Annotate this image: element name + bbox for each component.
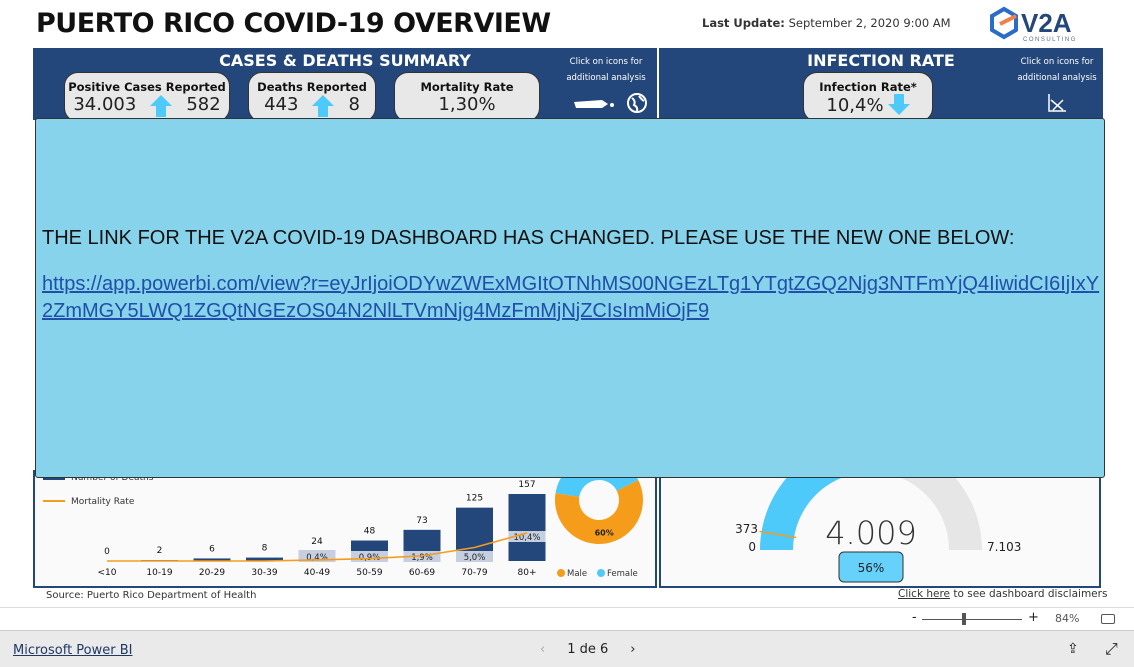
- legend-swatch: [557, 569, 565, 577]
- legend-label: Female: [607, 569, 638, 579]
- source-note: Source: Puerto Rico Department of Health: [46, 590, 257, 601]
- card-value: 443: [264, 94, 299, 115]
- category-label: 60-69: [409, 568, 435, 578]
- legend-label: Male: [567, 569, 587, 579]
- gauge-max-label: 7.103: [987, 540, 1021, 554]
- category-label: 30-39: [251, 568, 277, 578]
- notice-message: THE LINK FOR THE V2A COVID-19 DASHBOARD …: [42, 227, 1015, 249]
- gauge-panel: 4.009 373 0 7.103 56%: [659, 439, 1101, 588]
- card-value: 10,4%: [826, 94, 884, 116]
- zoom-bar: - + 84%: [0, 607, 1134, 631]
- card-delta: 8: [348, 94, 360, 115]
- share-icon[interactable]: ⇪: [1067, 641, 1079, 657]
- legend-rate-label: Mortality Rate: [71, 497, 135, 507]
- new-dashboard-link[interactable]: https://app.powerbi.com/view?r=eyJrIjoiO…: [42, 271, 1102, 325]
- infection-hint: Click on icons for additional analysis: [1017, 57, 1097, 83]
- zoom-level: 84%: [1055, 612, 1080, 625]
- card-label: Infection Rate*: [819, 80, 917, 94]
- category-label: <10: [98, 568, 117, 578]
- bar-value-label: 2: [157, 546, 163, 556]
- card-label: Mortality Rate: [420, 80, 514, 94]
- deaths-reported-card: Deaths Reported 443 8: [248, 72, 376, 122]
- fit-to-page-icon[interactable]: [1101, 614, 1115, 624]
- page-title: PUERTO RICO COVID-19 OVERVIEW: [36, 8, 551, 39]
- disclaimer-text: to see dashboard disclaimers: [950, 588, 1108, 600]
- globe-icon[interactable]: [626, 92, 648, 118]
- bar-value-label: 0: [104, 547, 110, 557]
- rate-value-label: 10,4%: [513, 533, 540, 543]
- link-changed-notice: THE LINK FOR THE V2A COVID-19 DASHBOARD …: [35, 118, 1105, 478]
- zoom-slider[interactable]: [922, 619, 1022, 620]
- arrow-up-icon: [312, 95, 335, 117]
- page-navigator: ‹ 1 de 6 ›: [540, 642, 635, 657]
- next-page-icon[interactable]: ›: [630, 642, 635, 657]
- fullscreen-icon[interactable]: ⤢: [1105, 639, 1118, 659]
- v2a-logo: V2A CONSULTING: [986, 6, 1096, 43]
- summary-hint: Click on icons for additional analysis: [566, 57, 646, 83]
- category-label: 40-49: [304, 568, 330, 578]
- card-value: 34.003: [73, 94, 137, 115]
- bar-value-label: 157: [518, 480, 535, 490]
- bar-value-label: 8: [262, 544, 268, 554]
- zoom-in-button[interactable]: +: [1028, 610, 1039, 625]
- category-label: 50-59: [356, 568, 382, 578]
- rate-value-label: 0,4%: [306, 553, 328, 563]
- bar-value-label: 6: [209, 544, 215, 554]
- legend-swatch: [597, 569, 605, 577]
- infection-gauge: 4.009 373 0 7.103 56%: [735, 439, 1021, 583]
- gauge-min-label: 0: [748, 540, 756, 554]
- last-update: Last Update: September 2, 2020 9:00 AM: [702, 16, 951, 30]
- page-indicator: 1 de 6: [567, 642, 609, 657]
- zoom-slider-thumb[interactable]: [962, 613, 966, 625]
- bar-value-label: 73: [416, 516, 427, 526]
- last-update-value: September 2, 2020 9:00 AM: [788, 16, 951, 30]
- svg-text:V2A: V2A: [1021, 8, 1072, 38]
- deaths-by-age-chart: Number of DeathsMortality Rate0<10210-19…: [43, 472, 546, 578]
- zoom-out-button[interactable]: -: [912, 610, 917, 625]
- disclaimer-note: Click here to see dashboard disclaimers: [898, 588, 1107, 600]
- svg-text:CONSULTING: CONSULTING: [1023, 37, 1077, 42]
- gender-donut-chart: 40%60%MaleFemale: [555, 472, 643, 579]
- card-label: Positive Cases Reported: [68, 80, 226, 94]
- arrow-down-icon: [887, 94, 910, 115]
- bar: [508, 494, 546, 561]
- card-label: Deaths Reported: [257, 80, 367, 94]
- prev-page-icon[interactable]: ‹: [540, 642, 545, 657]
- mortality-rate-card: Mortality Rate 1,30%: [394, 72, 540, 122]
- card-delta: 582: [186, 94, 221, 115]
- card-value: 1,30%: [438, 94, 496, 115]
- deaths-by-age-panel: Number of Deaths Mortality Rate 0 <10 2 10-19…: [33, 470, 657, 588]
- last-update-label: Last Update:: [702, 16, 785, 30]
- category-label: 80+: [518, 568, 537, 578]
- gauge-value: 4.009: [825, 514, 917, 552]
- rate-value-label: 5,0%: [464, 553, 486, 563]
- trend-chart-icon[interactable]: [1046, 92, 1068, 118]
- gauge-percent-label: 56%: [858, 561, 885, 575]
- puerto-rico-map-icon[interactable]: [572, 92, 620, 118]
- positive-cases-card: Positive Cases Reported 34.003 582: [64, 72, 230, 122]
- bar-value-label: 48: [364, 527, 376, 537]
- power-bi-link[interactable]: Microsoft Power BI: [13, 643, 132, 658]
- bottom-bar: Microsoft Power BI ‹ 1 de 6 › ⇪ ⤢: [0, 631, 1134, 667]
- arrow-up-icon: [150, 95, 173, 117]
- category-label: 20-29: [199, 568, 225, 578]
- bar-value-label: 24: [311, 537, 323, 547]
- bar-value-label: 125: [466, 494, 483, 504]
- category-label: 10-19: [146, 568, 172, 578]
- disclaimer-link[interactable]: Click here: [898, 588, 950, 600]
- slice-label: 60%: [595, 529, 614, 538]
- category-label: 70-79: [461, 568, 487, 578]
- gauge-target-label: 373: [735, 522, 758, 536]
- infection-rate-card: Infection Rate* 10,4%: [803, 72, 933, 122]
